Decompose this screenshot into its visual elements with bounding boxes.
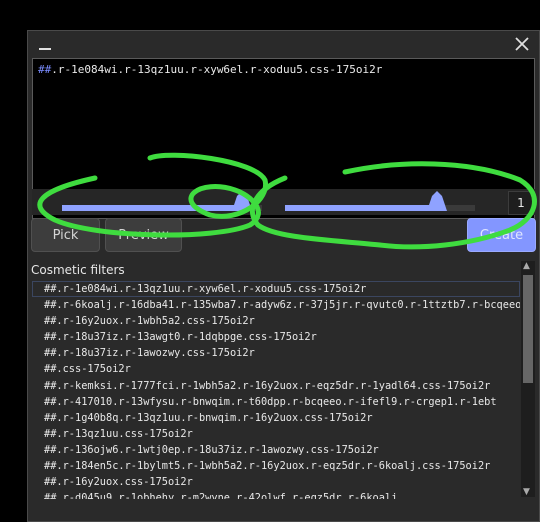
filter-list-item[interactable]: ##.r-417010.r-13wfysu.r-bnwqim.r-t60dpp.… bbox=[32, 394, 520, 410]
close-icon bbox=[515, 37, 529, 51]
cosmetic-filters-label: Cosmetic filters bbox=[31, 263, 125, 277]
filter-list-item[interactable]: ##.r-1g40b8q.r-13qz1uu.r-bnwqim.r-16y2uo… bbox=[32, 410, 520, 426]
filter-list-item[interactable]: ##.r-16y2uox.css-175oi2r bbox=[32, 474, 520, 490]
filter-list-item[interactable]: ##.r-d045u9.r-1obhehy.r-m2wyne.r-42olwf.… bbox=[32, 490, 520, 499]
filter-list-item[interactable]: ##.r-18u37iz.r-1awozwy.css-175oi2r bbox=[32, 345, 520, 361]
slider-row bbox=[32, 189, 535, 215]
preview-button[interactable]: Preview bbox=[105, 218, 182, 252]
filter-list-item[interactable]: ##.r-18u37iz.r-13awgt0.r-1dqbpge.css-175… bbox=[32, 329, 520, 345]
specificity-slider[interactable] bbox=[285, 191, 475, 211]
specificity-slider-fill bbox=[285, 205, 437, 211]
title-bar bbox=[28, 31, 539, 57]
close-button[interactable] bbox=[509, 31, 535, 57]
depth-slider-fill bbox=[62, 205, 242, 211]
depth-slider[interactable] bbox=[62, 191, 262, 211]
list-scrollbar[interactable]: ▲ ▼ bbox=[521, 261, 535, 497]
scroll-down-icon[interactable]: ▼ bbox=[523, 487, 530, 497]
scroll-up-icon[interactable]: ▲ bbox=[523, 261, 530, 271]
filter-list-item[interactable]: ##.css-175oi2r bbox=[32, 361, 520, 377]
cosmetic-filters-list[interactable]: ##.r-1e084wi.r-13qz1uu.r-xyw6el.r-xoduu5… bbox=[32, 281, 520, 499]
filter-hash-prefix: ## bbox=[38, 63, 52, 76]
match-count: 1 bbox=[508, 191, 534, 215]
create-button[interactable]: Create bbox=[467, 218, 536, 252]
filter-list-item[interactable]: ##.r-kemksi.r-1777fci.r-1wbh5a2.r-16y2uo… bbox=[32, 378, 520, 394]
specificity-slider-handle[interactable] bbox=[426, 191, 448, 211]
filter-list-item[interactable]: ##.r-6koalj.r-16dba41.r-135wba7.r-adyw6z… bbox=[32, 297, 520, 313]
filter-list-item[interactable]: ##.r-13qz1uu.css-175oi2r bbox=[32, 426, 520, 442]
depth-slider-handle[interactable] bbox=[231, 191, 253, 211]
minimize-icon bbox=[39, 48, 51, 50]
filter-list-item[interactable]: ##.r-16y2uox.r-1wbh5a2.css-175oi2r bbox=[32, 313, 520, 329]
filter-list-item[interactable]: ##.r-1e084wi.r-13qz1uu.r-xyw6el.r-xoduu5… bbox=[32, 281, 520, 298]
filter-list-item[interactable]: ##.r-136ojw6.r-1wtj0ep.r-18u37iz.r-1awoz… bbox=[32, 442, 520, 458]
pick-button[interactable]: Pick bbox=[31, 218, 100, 252]
filter-editor-text: .r-1e084wi.r-13qz1uu.r-xyw6el.r-xoduu5.c… bbox=[51, 63, 383, 76]
minimize-button[interactable] bbox=[32, 31, 58, 57]
scroll-thumb[interactable] bbox=[523, 275, 533, 383]
filter-list-item[interactable]: ##.r-184en5c.r-1bylmt5.r-1wbh5a2.r-16y2u… bbox=[32, 458, 520, 474]
filter-dialog: ##.r-1e084wi.r-13qz1uu.r-xyw6el.r-xoduu5… bbox=[27, 30, 540, 522]
